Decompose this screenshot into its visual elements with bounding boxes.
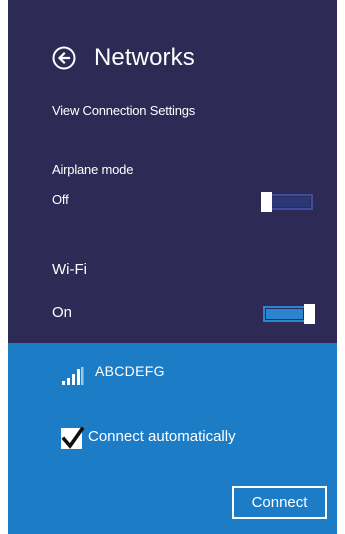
airplane-mode-toggle[interactable] xyxy=(261,192,313,212)
network-item[interactable]: ABCDEFG Connect automatically Connect xyxy=(8,343,337,534)
page-title: Networks xyxy=(94,44,195,71)
back-button[interactable] xyxy=(52,46,76,70)
toggle-thumb[interactable] xyxy=(261,192,272,212)
toggle-thumb[interactable] xyxy=(304,304,315,324)
checkmark-icon xyxy=(61,426,85,449)
network-ssid: ABCDEFG xyxy=(95,363,165,379)
wifi-toggle[interactable] xyxy=(263,304,315,324)
connect-button[interactable]: Connect xyxy=(232,486,327,519)
connect-automatically-checkbox[interactable] xyxy=(61,426,85,449)
back-arrow-icon xyxy=(52,46,76,70)
wifi-state: On xyxy=(52,304,73,321)
networks-panel: Networks View Connection Settings Airpla… xyxy=(8,0,337,534)
signal-strength-icon xyxy=(62,367,84,385)
wifi-label: Wi-Fi xyxy=(52,261,87,278)
airplane-mode-label: Airplane mode xyxy=(52,162,134,177)
view-connection-settings-link[interactable]: View Connection Settings xyxy=(52,103,195,118)
connect-automatically-label[interactable]: Connect automatically xyxy=(88,428,236,445)
airplane-mode-state: Off xyxy=(52,192,69,207)
